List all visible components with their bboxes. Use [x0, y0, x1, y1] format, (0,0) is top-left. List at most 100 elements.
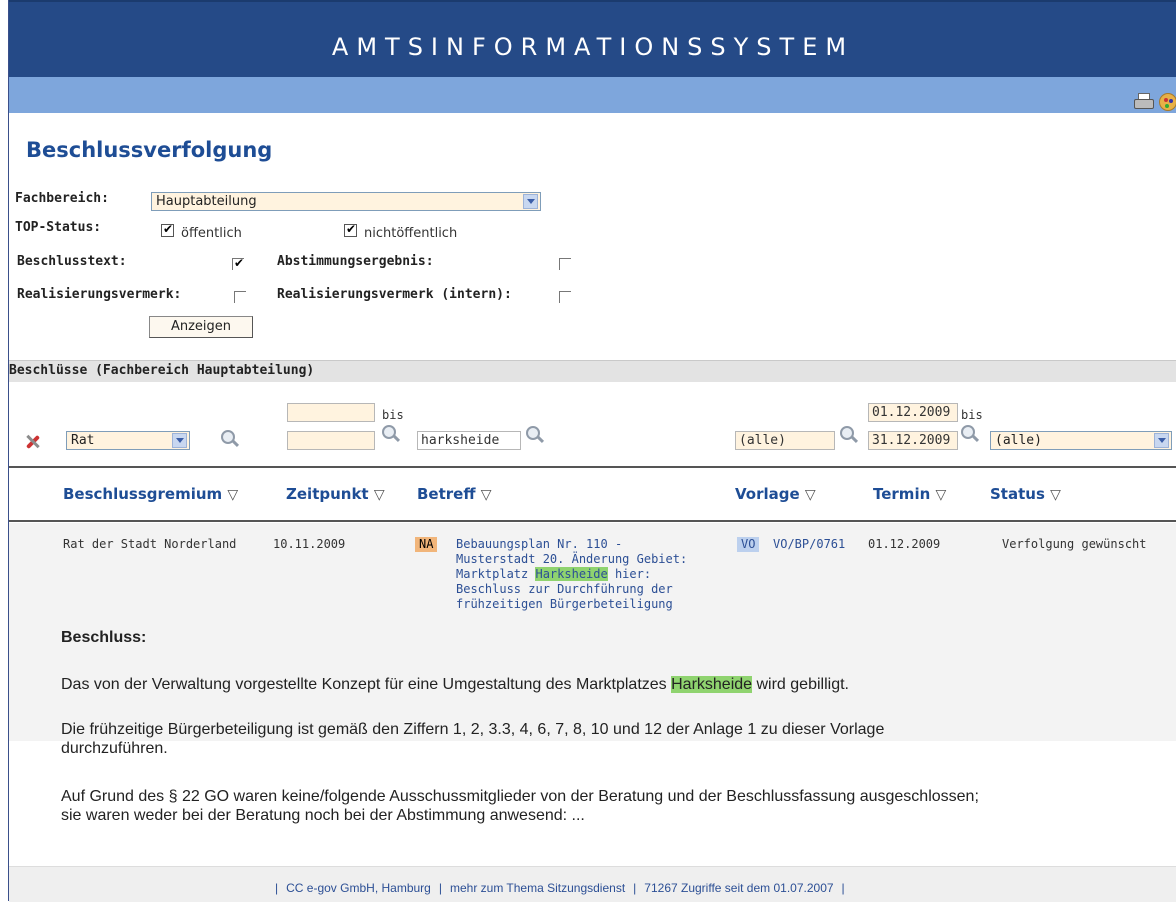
printer-icon[interactable]	[1133, 93, 1154, 109]
sort-icon[interactable]: ▽	[227, 487, 238, 503]
realisierung-intern-checkbox[interactable]	[559, 291, 571, 303]
status-select[interactable]: (alle)	[990, 431, 1172, 450]
col-vorlage[interactable]: Vorlage ▽	[735, 485, 816, 503]
section-header: Beschlüsse (Fachbereich Hauptabteilung)	[9, 360, 1176, 382]
col-termin[interactable]: Termin ▽	[873, 485, 946, 503]
beschluss-paragraph-3: Auf Grund des § 22 GO waren keine/folgen…	[61, 787, 979, 825]
footer: | CC e-gov GmbH, Hamburg | mehr zum Thema S…	[9, 866, 1176, 902]
row-zeitpunkt: 10.11.2009	[273, 537, 346, 551]
paragraph-line: Auf Grund des § 22 GO waren keine/folgen…	[61, 788, 979, 805]
col-label: Betreff	[417, 485, 476, 503]
vorlage-input[interactable]: (alle)	[735, 431, 835, 450]
top-status-badge: NA	[415, 537, 438, 552]
clear-filter-icon[interactable]	[23, 433, 39, 449]
beschluss-paragraph-1: Das von der Verwaltung vorgestellte Konz…	[61, 675, 849, 694]
search-icon[interactable]	[840, 426, 854, 440]
fachbereich-select[interactable]: Hauptabteilung	[151, 192, 541, 211]
footer-separator: |	[633, 881, 637, 895]
chevron-down-icon	[523, 194, 538, 209]
footer-separator: |	[438, 881, 442, 895]
section-title: Beschlüsse (Fachbereich Hauptabteilung)	[9, 363, 315, 378]
col-betreff[interactable]: Betreff ▽	[417, 485, 492, 503]
col-beschlussgremium[interactable]: Beschlussgremium ▽	[63, 485, 238, 503]
betreff-line: Musterstadt 20. Änderung Gebiet:	[456, 552, 688, 566]
col-label: Termin	[873, 485, 931, 503]
termin-from-input[interactable]: 01.12.2009	[868, 403, 958, 422]
betreff-line: Beschluss zur Durchführung der	[456, 582, 673, 596]
betreff-line: frühzeitigen Bürgerbeteiligung	[456, 597, 673, 611]
search-highlight: Harksheide	[671, 676, 753, 693]
app-title: AMTSINFORMATIONSSYSTEM	[331, 33, 855, 61]
footer-link-company[interactable]: CC e-gov GmbH, Hamburg	[286, 881, 431, 895]
sort-icon[interactable]: ▽	[1050, 487, 1061, 503]
footer-link-sitzungsdienst[interactable]: mehr zum Thema Sitzungsdienst	[450, 881, 625, 895]
palette-icon[interactable]	[1159, 93, 1176, 111]
checkmark-icon: ✔	[346, 222, 357, 236]
footer-separator: |	[841, 881, 845, 895]
app-banner: AMTSINFORMATIONSSYSTEM	[9, 0, 1176, 77]
sort-icon[interactable]: ▽	[374, 487, 385, 503]
betreff-text: Marktplatz	[456, 567, 536, 581]
abstimmung-checkbox[interactable]	[559, 258, 571, 270]
beschluss-heading: Beschluss:	[61, 629, 147, 646]
nichtoeffentlich-checkbox[interactable]: ✔	[344, 222, 357, 237]
betreff-input[interactable]: harksheide	[417, 431, 521, 450]
abstimmung-label: Abstimmungsergebnis:	[277, 254, 434, 269]
top-status-label: TOP-Status:	[15, 220, 102, 235]
zeitpunkt-to-input[interactable]	[287, 431, 375, 450]
paragraph-line: Die frühzeitige Bürgerbeteiligung ist ge…	[61, 721, 885, 738]
page-title: Beschlussverfolgung	[26, 138, 273, 162]
fachbereich-label: Fachbereich:	[15, 191, 109, 206]
search-icon[interactable]	[961, 425, 975, 439]
sort-icon[interactable]: ▽	[936, 487, 947, 503]
termin-to-input[interactable]: 31.12.2009	[868, 431, 958, 450]
gremium-select[interactable]: Rat	[66, 431, 190, 450]
search-highlight: Harksheide	[535, 567, 608, 581]
oeffentlich-label: öffentlich	[181, 226, 242, 241]
paragraph-line: durchzuführen.	[61, 740, 168, 757]
table-top-rule	[9, 466, 1176, 468]
beschlusstext-label: Beschlusstext:	[17, 254, 127, 269]
betreff-text: hier:	[607, 567, 652, 581]
realisierung-intern-label: Realisierungsvermerk (intern):	[277, 287, 512, 302]
toolbar	[9, 77, 1176, 113]
beschluss-paragraph-2: Die frühzeitige Bürgerbeteiligung ist ge…	[61, 720, 884, 758]
search-icon[interactable]	[221, 430, 235, 444]
fachbereich-value: Hauptabteilung	[156, 194, 257, 209]
chevron-down-icon	[172, 433, 187, 448]
sort-icon[interactable]: ▽	[805, 487, 816, 503]
sort-icon[interactable]: ▽	[481, 487, 492, 503]
zeitpunkt-bis-label: bis	[382, 408, 404, 422]
row-status: Verfolgung gewünscht	[1002, 537, 1147, 551]
checkmark-icon: ✔	[234, 256, 245, 270]
col-zeitpunkt[interactable]: Zeitpunkt ▽	[286, 485, 385, 503]
col-label: Beschlussgremium	[63, 485, 223, 503]
footer-counter: 71267 Zugriffe seit dem 01.07.2007	[644, 881, 834, 895]
betreff-line: Marktplatz Harksheide hier:	[456, 567, 726, 582]
paragraph-line: sie waren weder bei der Beratung noch be…	[61, 807, 585, 824]
chevron-down-icon	[1154, 433, 1169, 448]
vorlage-badge: VO	[737, 537, 760, 552]
status-value: (alle)	[995, 433, 1042, 448]
page: AMTSINFORMATIONSSYSTEM Beschlussverfolgu…	[8, 0, 1176, 902]
termin-bis-label: bis	[961, 408, 983, 422]
row-vorlage-link[interactable]: VO/BP/0761	[773, 537, 845, 552]
nichtoeffentlich-label: nichtöffentlich	[364, 226, 458, 241]
oeffentlich-checkbox[interactable]: ✔	[161, 222, 174, 237]
row-termin: 01.12.2009	[868, 537, 941, 551]
row-gremium: Rat der Stadt Norderland	[63, 537, 237, 551]
paragraph-text: wird gebilligt.	[752, 676, 849, 693]
realisierung-checkbox[interactable]	[234, 291, 246, 303]
checkmark-icon: ✔	[163, 222, 174, 236]
col-status[interactable]: Status ▽	[990, 485, 1061, 503]
search-icon[interactable]	[526, 426, 540, 440]
search-icon[interactable]	[382, 425, 396, 439]
footer-separator: |	[275, 881, 279, 895]
zeitpunkt-from-input[interactable]	[287, 403, 375, 422]
anzeigen-button[interactable]: Anzeigen	[149, 316, 253, 338]
col-label: Vorlage	[735, 485, 800, 503]
col-label: Zeitpunkt	[286, 485, 369, 503]
paragraph-text: Das von der Verwaltung vorgestellte Konz…	[61, 676, 672, 693]
row-betreff-link[interactable]: Bebauungsplan Nr. 110 - Musterstadt 20. …	[456, 537, 726, 612]
beschlusstext-checkbox[interactable]: ✔	[232, 256, 245, 270]
